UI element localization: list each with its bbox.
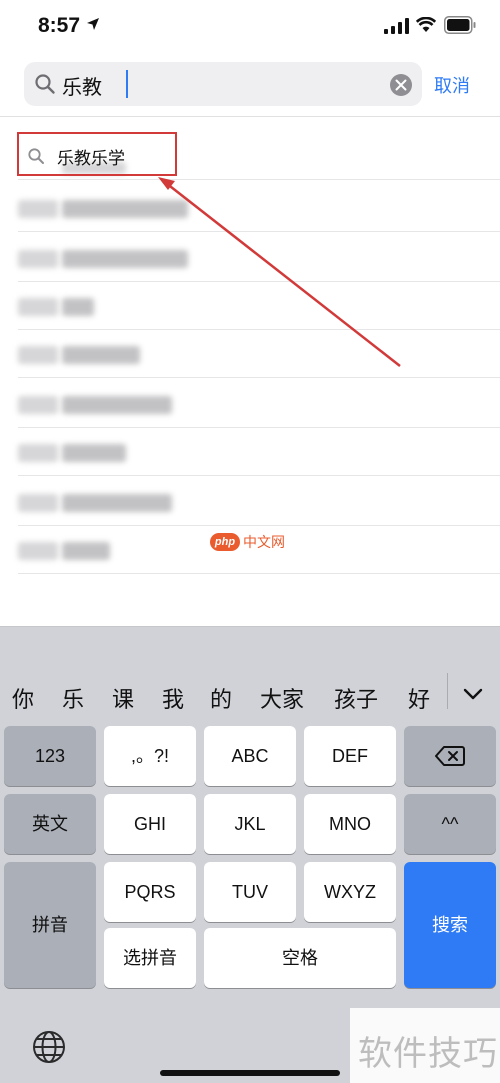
numbers-key[interactable]: 123 [4, 726, 96, 786]
mno-key[interactable]: MNO [304, 794, 396, 854]
candidate[interactable]: 我 [162, 682, 184, 714]
candidate[interactable]: 好 [408, 682, 430, 714]
candidate-divider [447, 673, 448, 709]
annotation-arrow [158, 177, 401, 367]
candidate[interactable]: 课 [112, 682, 134, 714]
candidate[interactable]: 你 [12, 682, 34, 714]
candidate[interactable]: 乐 [62, 682, 84, 714]
globe-icon[interactable] [32, 1030, 66, 1064]
jkl-key[interactable]: JKL [204, 794, 296, 854]
punctuation-key[interactable]: ,。?! [104, 726, 196, 786]
emoticon-key[interactable]: ^^ [404, 794, 496, 854]
space-key[interactable]: 空格 [204, 928, 396, 988]
candidate[interactable]: 大家 [260, 682, 304, 714]
backspace-icon [435, 746, 465, 766]
candidate[interactable]: 孩子 [334, 682, 378, 714]
search-key[interactable]: 搜索 [404, 862, 496, 988]
watermark-text: 中文网 [243, 535, 285, 551]
select-pinyin-key[interactable]: 选拼音 [104, 928, 196, 988]
delete-key[interactable] [404, 726, 496, 786]
pqrs-key[interactable]: PQRS [104, 862, 196, 922]
ghi-key[interactable]: GHI [104, 794, 196, 854]
abc-key[interactable]: ABC [204, 726, 296, 786]
def-key[interactable]: DEF [304, 726, 396, 786]
home-indicator[interactable] [160, 1070, 340, 1076]
php-watermark: php 中文网 [210, 532, 285, 552]
pinyin-key[interactable]: 拼音 [4, 862, 96, 988]
brand-watermark: 软件技巧 [350, 1008, 500, 1083]
tuv-key[interactable]: TUV [204, 862, 296, 922]
brand-text: 软件技巧 [358, 1034, 498, 1074]
candidate[interactable]: 的 [210, 682, 232, 714]
php-logo: php [210, 533, 240, 551]
candidate-bar: 你 乐 课 我 的 大家 孩子 好 [0, 626, 500, 714]
english-key[interactable]: 英文 [4, 794, 96, 854]
wxyz-key[interactable]: WXYZ [304, 862, 396, 922]
chevron-down-icon[interactable] [462, 685, 484, 703]
